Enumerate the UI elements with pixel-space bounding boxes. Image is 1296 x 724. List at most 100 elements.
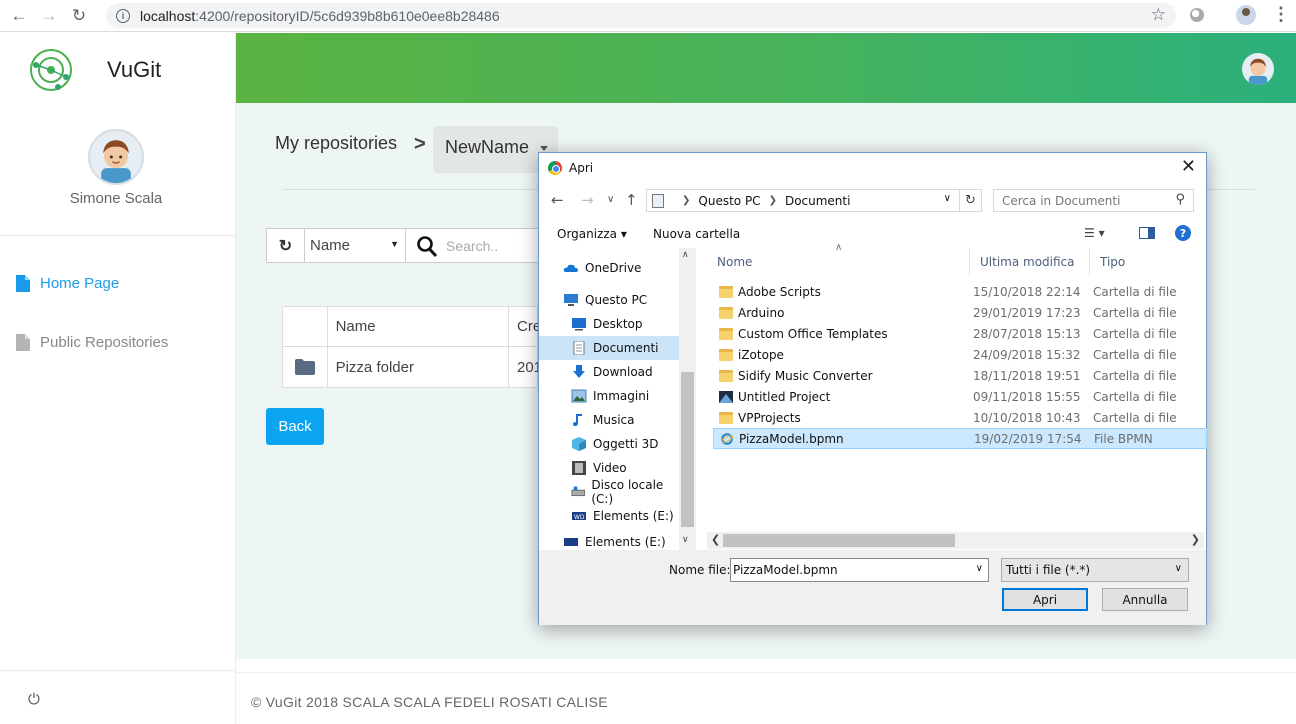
back-arrow-icon[interactable]: ← (8, 5, 30, 27)
repo-toolbar: ↻ Name ▼ Search.. (266, 228, 540, 263)
dialog-title: Apri (569, 161, 594, 175)
nav-item-desktop[interactable]: Desktop (539, 312, 679, 336)
sidebar-item-public-repositories[interactable]: Public Repositories (16, 334, 168, 351)
scrollbar-thumb[interactable] (681, 372, 694, 527)
preview-pane-icon[interactable] (1139, 227, 1155, 239)
folder-icon (719, 411, 733, 424)
scroll-up-icon[interactable]: ∧ (682, 250, 689, 260)
dropdown-arrow-icon: ▼ (390, 239, 399, 249)
view-options-icon[interactable]: ☰ ▾ (1084, 226, 1105, 240)
chevron-right-icon: ❯ (768, 195, 777, 206)
nav-label: Desktop (593, 317, 643, 331)
cancel-button[interactable]: Annulla (1102, 588, 1188, 611)
folder-icon (719, 285, 733, 298)
header-avatar[interactable] (1242, 53, 1274, 85)
divider (0, 670, 236, 671)
sidebar-item-home-page[interactable]: Home Page (16, 275, 119, 292)
column-header-name[interactable]: Nome ∧ (707, 242, 970, 276)
profile-avatar[interactable] (1236, 5, 1256, 25)
scrollbar-thumb[interactable] (723, 534, 955, 547)
organize-menu[interactable]: Organizza ▾ (557, 227, 627, 241)
address-bar[interactable]: i localhost:4200/repositoryID/5c6d939b8b… (106, 3, 1176, 28)
pictures-icon (571, 389, 587, 403)
file-row[interactable]: Arduino 29/01/2019 17:23 Cartella di file (713, 302, 1207, 323)
chevron-down-icon[interactable]: ∨ (976, 563, 983, 574)
nav-item-onedrive[interactable]: OneDrive (563, 256, 696, 280)
column-label: Ultima modifica (980, 255, 1075, 269)
chevron-down-icon[interactable]: ∨ (944, 193, 951, 204)
folder-icon (719, 348, 733, 361)
forward-arrow-icon[interactable]: → (38, 5, 60, 27)
search-input[interactable]: Search.. (406, 228, 540, 263)
nav-item-documenti[interactable]: Documenti (539, 336, 679, 360)
nav-scrollbar[interactable]: ∧ ∨ (679, 248, 696, 550)
project-icon (719, 390, 733, 403)
path-segment[interactable]: Questo PC (698, 194, 760, 208)
sort-select[interactable]: Name ▼ (305, 228, 406, 263)
column-header-modified[interactable]: Ultima modifica (970, 248, 1090, 276)
extension-icon[interactable] (1190, 8, 1204, 22)
close-icon[interactable]: ✕ (1181, 156, 1196, 177)
file-list-hscrollbar[interactable]: ❮ ❯ (707, 532, 1204, 549)
scroll-down-icon[interactable]: ∨ (682, 535, 689, 545)
file-row[interactable]: Adobe Scripts 15/10/2018 22:14 Cartella di… (713, 281, 1207, 302)
table-row[interactable]: Pizza folder 201 (283, 347, 542, 387)
scroll-left-icon[interactable]: ❮ (711, 533, 720, 546)
file-row[interactable]: VPProjects 10/10/2018 10:43 Cartella di fi… (713, 407, 1207, 428)
refresh-icon[interactable]: ↻ (959, 190, 981, 211)
filename-input[interactable]: PizzaModel.bpmn ∨ (730, 558, 989, 582)
column-header-type[interactable]: Tipo (1090, 248, 1207, 276)
column-label: Nome (717, 255, 753, 269)
scroll-right-icon[interactable]: ❯ (1191, 533, 1200, 546)
info-icon[interactable]: i (116, 8, 130, 23)
drive-icon (571, 486, 585, 497)
nav-item-elements[interactable]: WD Elements (E:) (539, 504, 679, 528)
filetype-select[interactable]: Tutti i file (*.*) ∨ (1001, 558, 1189, 582)
nav-item-elements[interactable]: Elements (E:) (539, 530, 679, 550)
back-button[interactable]: Back (266, 408, 324, 445)
cube-icon (572, 437, 586, 451)
open-button[interactable]: Apri (1002, 588, 1088, 611)
file-row[interactable]: Custom Office Templates 28/07/2018 15:13 C… (713, 323, 1207, 344)
music-icon (573, 414, 582, 426)
path-box[interactable]: ❯ Questo PC ❯ Documenti ∨ ↻ (646, 189, 982, 212)
reload-icon[interactable]: ↻ (68, 5, 90, 27)
new-folder-button[interactable]: Nuova cartella (653, 227, 740, 241)
nav-item-musica[interactable]: Musica (539, 408, 679, 432)
nav-item-download[interactable]: Download (539, 360, 679, 384)
filename-value: PizzaModel.bpmn (733, 563, 838, 577)
file-date: 10/10/2018 10:43 (973, 410, 1081, 425)
nav-item-video[interactable]: Video (539, 456, 679, 480)
help-icon[interactable]: ? (1175, 225, 1191, 241)
table-header-created[interactable]: Cre (509, 307, 541, 346)
nav-item-questo-pc[interactable]: Questo PC (563, 288, 696, 312)
nav-item-oggetti-3d[interactable]: Oggetti 3D (539, 432, 679, 456)
cloud-icon (563, 264, 578, 272)
file-row[interactable]: iZotope 24/09/2018 15:32 Cartella di file (713, 344, 1207, 365)
table-header-name[interactable]: Name (328, 307, 509, 346)
file-row[interactable]: Sidify Music Converter 18/11/2018 19:51 Ca… (713, 365, 1207, 386)
bookmark-star-icon[interactable]: ☆ (1151, 5, 1166, 25)
up-arrow-icon[interactable]: ↑ (625, 191, 638, 209)
file-row[interactable]: Untitled Project 09/11/2018 15:55 Cartella… (713, 386, 1207, 407)
file-open-dialog: Apri ✕ ← → ∨ ↑ ❯ Questo PC ❯ Documenti ∨… (538, 152, 1207, 625)
file-row[interactable]: PizzaModel.bpmn 19/02/2019 17:54 File BPMN (713, 428, 1207, 449)
breadcrumb-root[interactable]: My repositories (275, 133, 397, 154)
file-name: iZotope (738, 347, 784, 362)
nav-item-immagini[interactable]: Immagini (539, 384, 679, 408)
breadcrumb-separator: > (414, 133, 426, 155)
nav-item-disco-locale[interactable]: Disco locale (C:) (539, 478, 679, 506)
url-host: localhost (140, 7, 196, 24)
forward-arrow-icon[interactable]: → (581, 191, 594, 209)
file-type: Cartella di file (1093, 368, 1177, 383)
ie-file-icon (720, 432, 734, 445)
kebab-menu-icon[interactable]: ⋮ (1272, 4, 1290, 25)
dialog-search-input[interactable]: Cerca in Documenti ⚲ (993, 189, 1194, 212)
search-icon: ⚲ (1175, 192, 1185, 207)
path-segment[interactable]: Documenti (785, 194, 851, 208)
power-icon[interactable]: ⏻ (28, 691, 40, 708)
refresh-button[interactable]: ↻ (266, 228, 305, 263)
recent-dropdown-icon[interactable]: ∨ (607, 194, 614, 205)
organize-label: Organizza (557, 227, 618, 241)
back-arrow-icon[interactable]: ← (551, 191, 564, 209)
